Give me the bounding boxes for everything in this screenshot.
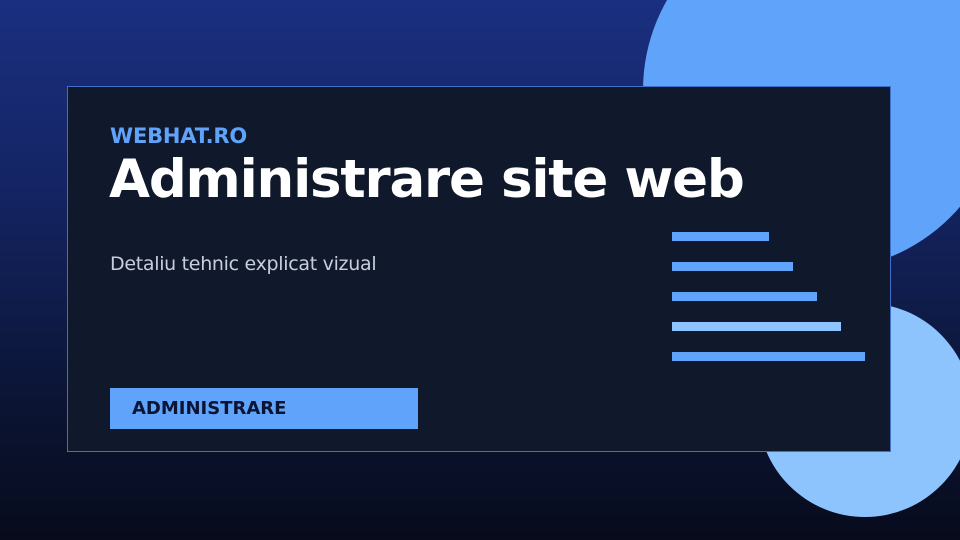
decorative-bar	[672, 292, 817, 301]
brand-label: WEBHAT.RO	[110, 124, 248, 148]
decorative-bar	[672, 232, 769, 241]
decorative-bar	[672, 352, 865, 361]
page-title: Administrare site web	[109, 149, 745, 210]
hero-card: WEBHAT.RO Administrare site web Detaliu …	[67, 86, 891, 452]
decorative-bar	[672, 322, 841, 331]
category-tag[interactable]: ADMINISTRARE	[110, 388, 418, 429]
decorative-bars	[672, 232, 872, 362]
subtitle: Detaliu tehnic explicat vizual	[110, 253, 377, 275]
decorative-bar	[672, 262, 793, 271]
